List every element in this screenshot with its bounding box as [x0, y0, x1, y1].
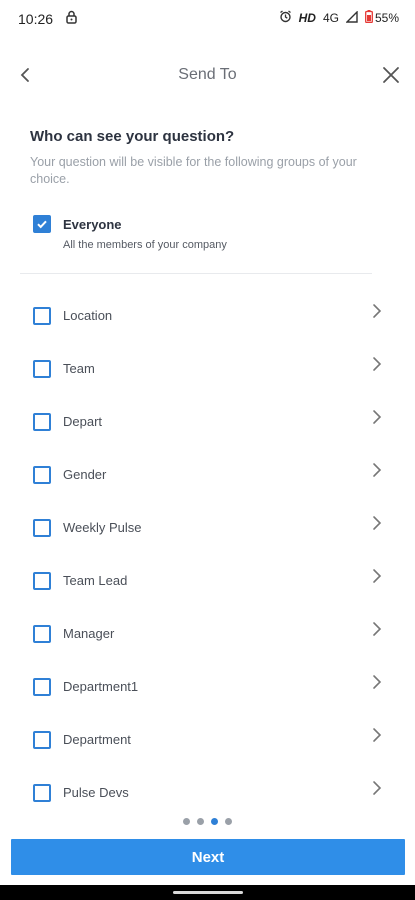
group-checkbox[interactable]	[33, 572, 51, 590]
group-checkbox[interactable]	[33, 731, 51, 749]
group-checkbox[interactable]	[33, 466, 51, 484]
chevron-right-icon[interactable]	[370, 514, 384, 532]
list-item[interactable]: Depart	[0, 394, 415, 447]
list-item[interactable]: Pulse Devs	[0, 765, 415, 818]
question-title: Who can see your question?	[30, 128, 235, 145]
question-subtitle: Your question will be visible for the fo…	[30, 155, 357, 186]
chevron-right-icon[interactable]	[370, 408, 384, 426]
header: Send To	[0, 55, 415, 95]
close-icon	[383, 67, 399, 83]
battery-icon	[365, 10, 373, 26]
list-item[interactable]: Gender	[0, 447, 415, 500]
group-checkbox[interactable]	[33, 360, 51, 378]
page-title: Send To	[178, 66, 237, 83]
list-item[interactable]: Team	[0, 341, 415, 394]
group-label: Manager	[63, 626, 115, 641]
group-checkbox[interactable]	[33, 678, 51, 696]
network-type-label: 4G	[322, 11, 339, 25]
pager-dot	[225, 818, 232, 825]
everyone-option[interactable]: Everyone All the members of your company	[33, 213, 373, 259]
group-checkbox[interactable]	[33, 413, 51, 431]
everyone-description: All the members of your company	[63, 239, 227, 251]
chevron-right-icon[interactable]	[370, 620, 384, 638]
list-item[interactable]: Department	[0, 712, 415, 765]
group-checkbox[interactable]	[33, 519, 51, 537]
status-time: 10:26	[18, 10, 54, 27]
divider	[20, 273, 372, 274]
chevron-right-icon[interactable]	[370, 567, 384, 585]
pager-dot-active	[211, 818, 218, 825]
lock-icon	[65, 10, 78, 27]
group-label: Depart	[63, 414, 103, 429]
next-button[interactable]: Next	[11, 839, 405, 875]
pager-dot	[183, 818, 190, 825]
checkmark-icon	[37, 220, 47, 229]
group-label: Team Lead	[63, 573, 128, 588]
list-item[interactable]: Team Lead	[0, 553, 415, 606]
pager-dots	[0, 818, 415, 825]
group-label: Department	[63, 732, 131, 747]
chevron-right-icon[interactable]	[370, 779, 384, 797]
group-label: Location	[63, 308, 113, 323]
chevron-right-icon[interactable]	[370, 726, 384, 744]
alarm-icon	[279, 10, 292, 26]
group-label: Department1	[63, 679, 139, 694]
list-item[interactable]: Manager	[0, 606, 415, 659]
group-label: Gender	[63, 467, 107, 482]
signal-icon	[345, 9, 358, 26]
group-checkbox[interactable]	[33, 625, 51, 643]
pager-dot	[197, 818, 204, 825]
chevron-right-icon[interactable]	[370, 355, 384, 373]
home-indicator[interactable]	[173, 891, 243, 894]
list-item[interactable]: Location	[0, 288, 415, 341]
everyone-label: Everyone	[63, 217, 122, 232]
status-bar: 10:26 HD 4G 55%	[0, 0, 415, 36]
everyone-checkbox[interactable]	[33, 215, 51, 233]
chevron-right-icon[interactable]	[370, 461, 384, 479]
group-label: Team	[63, 361, 95, 376]
network-hd-label: HD	[298, 11, 316, 25]
group-label: Pulse Devs	[63, 785, 129, 800]
group-label: Weekly Pulse	[63, 520, 142, 535]
list-item[interactable]: Department1	[0, 659, 415, 712]
list-item[interactable]: Weekly Pulse	[0, 500, 415, 553]
battery-percent: 55%	[374, 11, 399, 25]
chevron-right-icon[interactable]	[370, 673, 384, 691]
system-nav-bar	[0, 885, 415, 900]
chevron-right-icon[interactable]	[370, 302, 384, 320]
group-checkbox[interactable]	[33, 784, 51, 802]
group-checkbox[interactable]	[33, 307, 51, 325]
close-button[interactable]	[379, 63, 403, 87]
